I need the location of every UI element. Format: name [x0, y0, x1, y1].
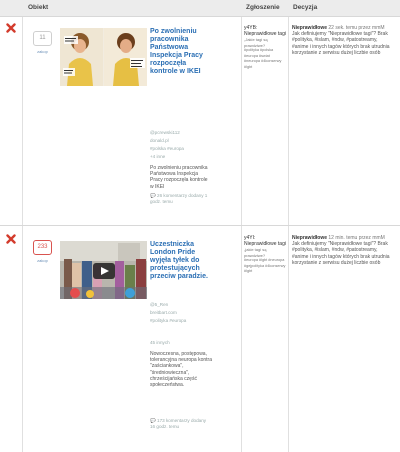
- row-divider: [0, 225, 400, 226]
- report-tags: #europa #lgbt #neuropa #gejpolityka #4ko…: [244, 258, 286, 273]
- article-comments[interactable]: 💬 173 komentarzy dodany 16 godz. temu: [150, 418, 212, 430]
- report-block: y4YI: Nieprawidłowe tagi „jakie tagi są …: [244, 235, 286, 275]
- report-block: y4YB: Nieprawidłowe tagi „Jakie tagi są …: [244, 25, 286, 70]
- video-thumbnail[interactable]: [60, 241, 147, 299]
- comment-count: 173 komentarzy dodany 16 godz. temu: [150, 418, 207, 430]
- column-divider: [22, 17, 23, 452]
- decision-time: 12 min. temu przez mmM: [328, 235, 385, 241]
- article-title-link[interactable]: Po zwolnieniu pracownika Państwowa Inspe…: [150, 28, 212, 76]
- decision-status: Nieprawidłowe: [292, 235, 328, 241]
- vote-label[interactable]: zakop: [33, 49, 52, 54]
- vote-count[interactable]: 233: [33, 240, 52, 255]
- article-source[interactable]: breitbart.com: [150, 310, 212, 316]
- decision-block: Nieprawidłowe 12 min. temu przez mmM Jak…: [292, 235, 392, 266]
- report-tags: #polityka #polska #europa #swiat #neurop…: [244, 48, 282, 69]
- article-title-link[interactable]: Uczestniczka London Pride wyjęła tyłek d…: [150, 241, 212, 281]
- article-description: Po zwolnieniu pracownika Państwowa Inspe…: [150, 165, 208, 190]
- column-header-zgloszenie: Zgłoszenie: [246, 4, 280, 11]
- column-divider: [241, 17, 242, 452]
- article-tags: #polityka #europa: [150, 318, 212, 324]
- article-description: Nowoczesna, postępowa, tolerancyjna neur…: [150, 351, 212, 389]
- article-author[interactable]: @pcrewski112: [150, 130, 212, 136]
- column-header-decyzja: Decyzja: [293, 4, 318, 11]
- report-quote: „jakie tagi są prawdziwe?: [244, 247, 267, 258]
- decision-text: Jak definiujemy "Nieprawidłowe tagi"? Br…: [292, 31, 390, 56]
- reject-x-icon[interactable]: [6, 234, 16, 244]
- comment-icon: 💬: [150, 418, 156, 423]
- report-quote: „Jakie tagi są prawdziwe?: [244, 37, 268, 48]
- vote-count[interactable]: 11: [33, 31, 52, 46]
- decision-status: Nieprawidłowe: [292, 25, 328, 31]
- column-header-obiekt: Obiekt: [28, 4, 49, 11]
- article-tags: #polska #europa: [150, 146, 212, 152]
- article-extra-tags[interactable]: +4 inne: [150, 154, 212, 160]
- tag-link[interactable]: #polska: [150, 146, 166, 151]
- article-thumbnail[interactable]: [60, 28, 147, 86]
- report-reason: y4YI: Nieprawidłowe tagi: [244, 235, 286, 247]
- article-author[interactable]: @5_Ren: [150, 302, 212, 308]
- tag-link[interactable]: #europa: [169, 318, 186, 323]
- article-extra-tags[interactable]: 45 innych: [150, 340, 212, 346]
- comment-icon: 💬: [150, 193, 156, 198]
- vote-label[interactable]: zakop: [33, 258, 52, 263]
- decision-time: 22 sek. temu przez mmM: [328, 25, 385, 31]
- reject-x-icon[interactable]: [6, 23, 16, 33]
- report-reason: y4YB: Nieprawidłowe tagi: [244, 25, 286, 37]
- tag-link[interactable]: #europa: [167, 146, 184, 151]
- column-divider: [288, 17, 289, 452]
- article-comments[interactable]: 💬 26 komentarzy dodany 1 godz. temu: [150, 193, 212, 205]
- decision-text: Jak definiujemy "Nieprawidłowe tagi"? Br…: [292, 241, 390, 266]
- article-source[interactable]: donald.pl: [150, 138, 212, 144]
- decision-block: Nieprawidłowe 22 sek. temu przez mmM Jak…: [292, 25, 392, 56]
- table-header: Obiekt Zgłoszenie Decyzja: [0, 0, 400, 17]
- comment-count: 26 komentarzy dodany 1 godz. temu: [150, 193, 208, 205]
- tag-link[interactable]: #polityka: [150, 318, 168, 323]
